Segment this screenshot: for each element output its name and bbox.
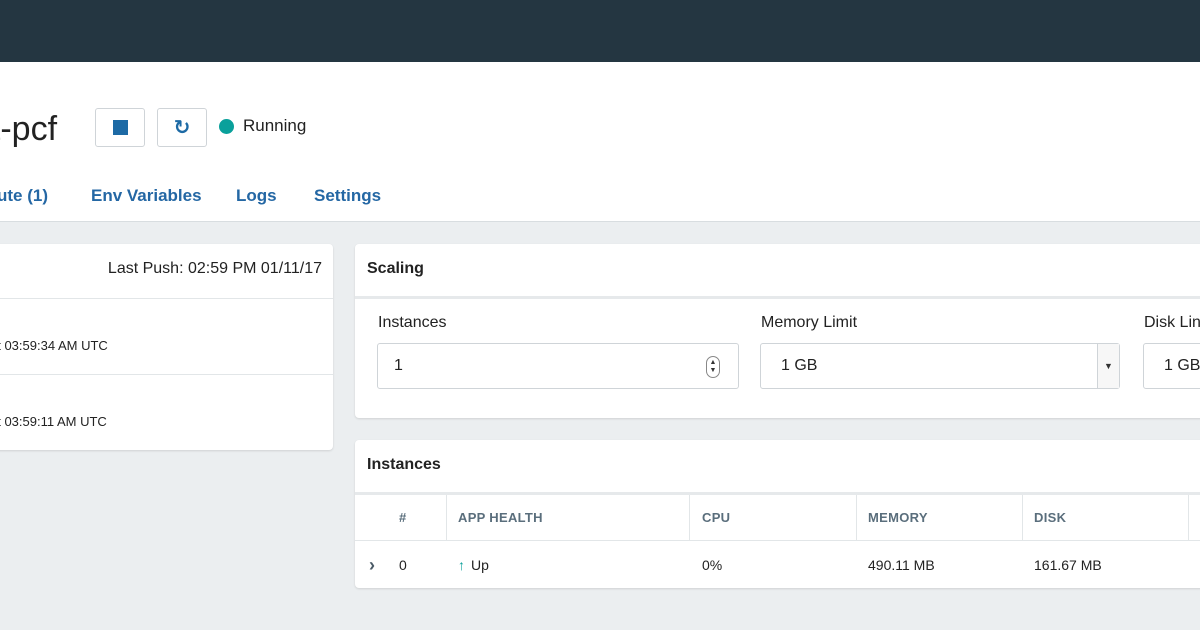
- health-label: Up: [471, 557, 489, 573]
- tab-route[interactable]: ute (1): [0, 186, 48, 206]
- divider: [0, 298, 333, 299]
- column-header: #: [399, 510, 407, 525]
- status-label: Running: [243, 116, 307, 135]
- stepper-icon[interactable]: ▲ ▼: [706, 356, 720, 378]
- tab-settings[interactable]: Settings: [314, 186, 381, 206]
- events-card: Last Push: 02:59 PM 01/11/17 at 03:59:34…: [0, 244, 333, 450]
- column-separator: [446, 495, 447, 541]
- event-item: at 03:59:11 AM UTC: [0, 414, 107, 429]
- restart-button[interactable]: ↻: [157, 108, 207, 147]
- instances-card: Instances # APP HEALTH CPU MEMORY DISK ›…: [355, 440, 1200, 588]
- memory-limit-value: 1 GB: [781, 357, 818, 374]
- memory-limit-label: Memory Limit: [761, 314, 858, 331]
- disk-limit-value: 1 GB: [1164, 357, 1200, 374]
- column-header: APP HEALTH: [458, 510, 543, 525]
- top-navbar: [0, 0, 1200, 62]
- disk-limit-select[interactable]: 1 GB: [1143, 343, 1200, 389]
- chevron-down-icon[interactable]: ▼: [1097, 344, 1119, 388]
- instance-health: ↑ Up: [458, 542, 489, 588]
- column-separator: [1022, 495, 1023, 541]
- table-row: › 0 ↑ Up 0% 490.11 MB 161.67 MB: [355, 542, 1200, 588]
- scaling-title: Scaling: [367, 260, 424, 277]
- disk-limit-label: Disk Lin: [1144, 314, 1200, 331]
- instance-cpu: 0%: [702, 557, 723, 573]
- instances-value: 1: [394, 357, 403, 374]
- restart-icon: ↻: [173, 116, 191, 139]
- column-separator: [856, 495, 857, 541]
- arrow-up-icon: ↑: [458, 557, 465, 573]
- scaling-card: Scaling Instances 1 ▲ ▼ Memory Limit 1 GB…: [355, 244, 1200, 418]
- app-header: ot-pcf ↻ Running ute (1) Env Variables L…: [0, 62, 1200, 222]
- instance-index: 0: [399, 557, 407, 573]
- instance-disk: 161.67 MB: [1034, 557, 1102, 573]
- app-status: Running: [219, 116, 306, 136]
- column-separator: [689, 495, 690, 541]
- table-header-row: # APP HEALTH CPU MEMORY DISK: [355, 495, 1200, 541]
- tab-env-variables[interactable]: Env Variables: [91, 186, 202, 206]
- stop-button[interactable]: [95, 108, 145, 147]
- status-dot-icon: [219, 118, 234, 134]
- app-title: ot-pcf: [0, 110, 58, 148]
- divider: [0, 374, 333, 375]
- memory-limit-select[interactable]: 1 GB ▼: [760, 343, 1120, 389]
- divider: [355, 296, 1200, 299]
- chevron-right-icon[interactable]: ›: [369, 542, 375, 588]
- instances-title: Instances: [367, 456, 441, 473]
- column-header: CPU: [702, 510, 731, 525]
- tab-logs[interactable]: Logs: [236, 186, 277, 206]
- event-item: at 03:59:34 AM UTC: [0, 338, 108, 353]
- column-header: MEMORY: [868, 510, 928, 525]
- instance-memory: 490.11 MB: [868, 557, 935, 573]
- last-push-label: Last Push: 02:59 PM 01/11/17: [107, 260, 322, 277]
- column-separator: [1188, 495, 1189, 541]
- column-header: DISK: [1034, 510, 1067, 525]
- instances-label: Instances: [378, 314, 447, 331]
- instances-input[interactable]: 1 ▲ ▼: [377, 343, 739, 389]
- stop-icon: [112, 120, 128, 135]
